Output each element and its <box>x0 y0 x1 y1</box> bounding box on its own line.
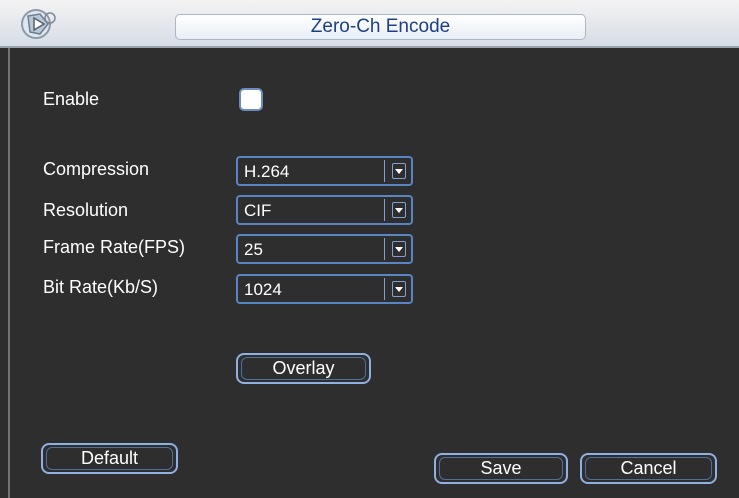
cancel-button[interactable]: Cancel <box>580 453 717 484</box>
compression-value: H.264 <box>242 160 385 182</box>
bit-rate-label: Bit Rate(Kb/S) <box>43 277 159 297</box>
compression-select[interactable]: H.264 <box>236 156 413 186</box>
app-logo-icon <box>21 9 56 39</box>
chevron-down-icon[interactable] <box>392 163 406 179</box>
zero-ch-encode-dialog: Zero-Ch Encode Enable Compression H.264 … <box>0 0 739 498</box>
frame-rate-value: 25 <box>242 238 385 260</box>
compression-label: Compression <box>43 159 150 179</box>
left-divider <box>8 48 10 498</box>
overlay-button[interactable]: Overlay <box>236 353 371 384</box>
chevron-down-icon[interactable] <box>392 281 406 297</box>
chevron-down-icon[interactable] <box>392 202 406 218</box>
bit-rate-select[interactable]: 1024 <box>236 274 413 304</box>
resolution-value: CIF <box>242 199 385 221</box>
bit-rate-value: 1024 <box>242 278 385 300</box>
resolution-label: Resolution <box>43 200 129 220</box>
title-bar: Zero-Ch Encode <box>0 0 739 48</box>
frame-rate-select[interactable]: 25 <box>236 234 413 264</box>
save-button[interactable]: Save <box>434 453 568 484</box>
chevron-down-icon[interactable] <box>392 241 406 257</box>
enable-label: Enable <box>43 89 100 109</box>
default-button[interactable]: Default <box>41 443 178 474</box>
window-title: Zero-Ch Encode <box>175 14 586 40</box>
resolution-select[interactable]: CIF <box>236 195 413 225</box>
frame-rate-label: Frame Rate(FPS) <box>43 237 186 257</box>
enable-checkbox[interactable] <box>239 88 263 111</box>
